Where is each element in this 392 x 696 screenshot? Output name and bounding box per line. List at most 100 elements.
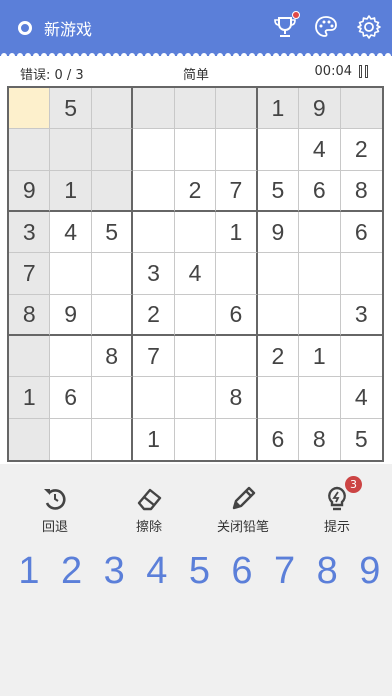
board-cell-r7c1[interactable] [9,335,51,378]
board-cell-r2c8[interactable]: 4 [299,129,341,171]
board-cell-r2c5[interactable] [174,129,217,171]
board-cell-r4c4[interactable] [133,211,175,254]
board-cell-r9c9[interactable]: 5 [341,419,382,460]
board-cell-r7c3[interactable]: 8 [91,335,134,378]
board-cell-r7c8[interactable]: 1 [299,335,341,378]
board-cell-r5c2[interactable] [50,253,92,295]
board-cell-r8c6[interactable]: 8 [216,377,258,419]
number-button-9[interactable]: 9 [351,545,389,597]
number-button-3[interactable]: 3 [95,545,133,597]
board-cell-r3c6[interactable]: 7 [216,170,258,212]
board-cell-r2c9[interactable]: 2 [340,129,382,171]
board-cell-r4c6[interactable]: 1 [216,211,258,254]
number-button-6[interactable]: 6 [223,545,261,597]
board-cell-r4c5[interactable] [174,211,217,254]
board-cell-r9c8[interactable]: 8 [299,418,341,460]
board-cell-r4c9[interactable]: 6 [340,212,382,254]
number-button-7[interactable]: 7 [266,545,304,597]
board-cell-r2c4[interactable] [133,129,175,171]
board-cell-r8c8[interactable] [299,377,341,419]
board-cell-r1c6[interactable] [216,88,258,130]
pause-button[interactable] [358,65,370,78]
board-cell-r6c9[interactable]: 3 [340,295,382,336]
board-cell-r2c2[interactable] [50,129,92,171]
erase-button[interactable]: 擦除 [109,484,189,535]
board-cell-r5c9[interactable] [340,253,382,295]
board-cell-r1c1[interactable] [9,88,51,130]
board-cell-r5c8[interactable] [299,253,341,295]
board-cell-r6c3[interactable] [91,294,134,336]
board-cell-r3c3[interactable] [91,170,134,212]
board-cell-r9c6[interactable] [216,418,258,460]
board-cell-r7c5[interactable] [174,335,217,378]
board-cell-r6c7[interactable] [257,294,300,336]
board-cell-r7c2[interactable] [50,335,92,378]
board-cell-r5c1[interactable]: 7 [9,253,51,295]
palette-button[interactable] [313,14,339,40]
board-cell-r8c5[interactable] [174,377,217,419]
board-cell-r5c7[interactable] [257,253,300,295]
settings-button[interactable] [356,14,382,40]
board-cell-r1c3[interactable] [91,88,134,130]
board-cell-r3c4[interactable] [133,170,175,212]
board-cell-r3c7[interactable]: 5 [257,170,300,212]
board-cell-r9c4[interactable]: 1 [133,418,175,460]
new-game-button[interactable]: 新游戏 [18,16,92,40]
board-cell-r4c1[interactable]: 3 [9,211,51,254]
board-cell-r9c7[interactable]: 6 [258,418,300,460]
board-cell-r1c4[interactable] [133,88,175,130]
board-cell-r8c3[interactable] [91,377,134,419]
board-cell-r4c3[interactable]: 5 [91,211,134,254]
board-cell-r2c7[interactable] [257,129,300,171]
board-cell-r7c7[interactable]: 2 [257,335,300,378]
pencil-toggle-button[interactable]: 关闭铅笔 [203,484,283,535]
board-cell-r4c7[interactable]: 9 [257,211,300,254]
board-cell-r9c5[interactable] [175,418,217,460]
board-cell-r5c5[interactable]: 4 [174,253,217,295]
board-cell-r1c5[interactable] [174,88,217,130]
number-button-1[interactable]: 1 [10,545,48,597]
number-button-2[interactable]: 2 [53,545,91,597]
board-cell-r1c8[interactable]: 9 [299,88,341,130]
board-cell-r6c6[interactable]: 6 [216,294,258,336]
board-cell-r4c2[interactable]: 4 [50,211,92,254]
board-cell-r1c2[interactable]: 5 [50,88,92,130]
board-cell-r3c1[interactable]: 9 [9,170,51,212]
board-cell-r7c4[interactable]: 7 [133,335,175,378]
board-cell-r3c5[interactable]: 2 [174,170,217,212]
board-cell-r9c3[interactable] [92,418,134,460]
board-cell-r2c3[interactable] [91,129,134,171]
board-cell-r4c8[interactable] [299,211,341,254]
action-bar: 回退 擦除 关闭铅笔 3 提示 [0,470,392,540]
board-cell-r9c2[interactable] [50,418,92,460]
board-cell-r2c6[interactable] [216,129,258,171]
board-cell-r1c7[interactable]: 1 [257,88,300,130]
board-cell-r9c1[interactable] [9,418,51,460]
hint-button[interactable]: 3 提示 [297,476,377,535]
board-cell-r7c6[interactable] [216,335,258,378]
board-cell-r6c2[interactable]: 9 [50,294,92,336]
board-cell-r5c4[interactable]: 3 [133,253,175,295]
number-button-5[interactable]: 5 [180,545,218,597]
board-cell-r2c1[interactable] [9,129,51,171]
board-cell-r6c5[interactable] [174,294,217,336]
board-cell-r8c1[interactable]: 1 [9,377,51,419]
board-cell-r6c8[interactable] [299,294,341,336]
board-cell-r6c4[interactable]: 2 [133,294,175,336]
board-cell-r3c9[interactable]: 8 [340,171,382,212]
board-cell-r6c1[interactable]: 8 [9,294,51,336]
trophy-button[interactable] [272,11,300,40]
board-cell-r1c9[interactable] [340,88,382,130]
board-cell-r8c4[interactable] [133,377,175,419]
board-cell-r8c2[interactable]: 6 [50,377,92,419]
board-cell-r3c8[interactable]: 6 [299,170,341,212]
number-button-4[interactable]: 4 [138,545,176,597]
board-cell-r5c6[interactable] [216,253,258,295]
board-cell-r3c2[interactable]: 1 [50,170,92,212]
number-button-8[interactable]: 8 [308,545,346,597]
board-cell-r8c7[interactable] [257,377,300,419]
board-cell-r5c3[interactable] [91,253,134,295]
board-cell-r7c9[interactable] [340,336,382,378]
undo-button[interactable]: 回退 [15,484,95,535]
board-cell-r8c9[interactable]: 4 [340,377,382,419]
